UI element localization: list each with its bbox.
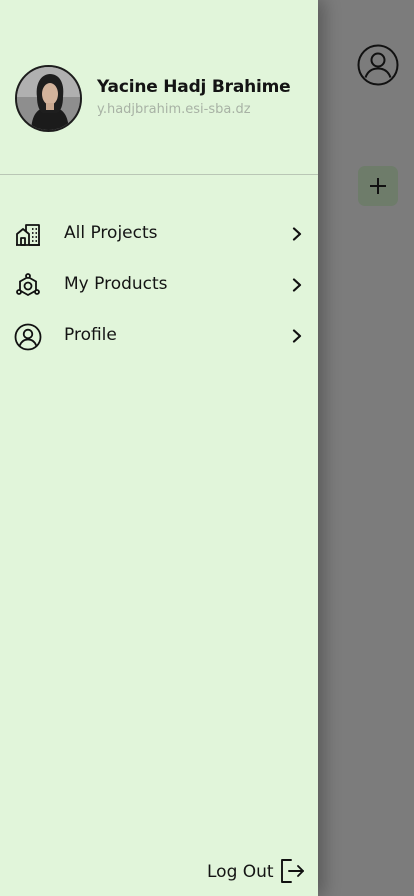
plus-icon xyxy=(370,178,386,194)
drawer-header: Yacine Hadj Brahime y.hadjbrahim.esi-sba… xyxy=(0,0,318,175)
drawer-menu: All Projects My Products Profile xyxy=(0,209,318,362)
menu-item-my-products[interactable]: My Products xyxy=(0,260,318,311)
user-circle-icon xyxy=(357,44,399,86)
avatar xyxy=(15,65,82,132)
user-email: y.hadjbrahim.esi-sba.dz xyxy=(97,102,251,117)
background-add-button[interactable] xyxy=(358,166,398,206)
logout-icon xyxy=(278,857,306,885)
logout-label: Log Out xyxy=(207,862,274,882)
chevron-right-icon xyxy=(288,276,306,294)
navigation-drawer: Yacine Hadj Brahime y.hadjbrahim.esi-sba… xyxy=(0,0,318,896)
menu-item-label: My Products xyxy=(64,274,168,294)
chevron-right-icon xyxy=(288,327,306,345)
logout-button[interactable]: Log Out xyxy=(200,855,310,887)
menu-item-all-projects[interactable]: All Projects xyxy=(0,209,318,260)
user-circle-icon xyxy=(14,323,42,351)
chevron-right-icon xyxy=(288,225,306,243)
menu-item-label: Profile xyxy=(64,325,117,345)
background-profile-button[interactable] xyxy=(357,44,399,86)
menu-item-profile[interactable]: Profile xyxy=(0,311,318,362)
buildings-icon xyxy=(14,221,42,249)
user-name: Yacine Hadj Brahime xyxy=(97,77,291,97)
hexagon-nodes-icon xyxy=(14,272,42,300)
menu-item-label: All Projects xyxy=(64,223,158,243)
